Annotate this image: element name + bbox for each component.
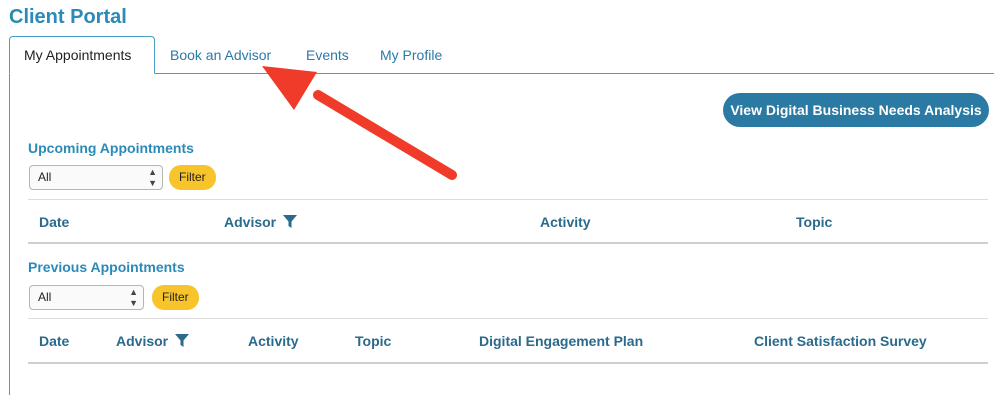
view-needs-analysis-button[interactable]: View Digital Business Needs Analysis <box>723 93 989 127</box>
previous-filter-select-value: All <box>38 290 52 304</box>
previous-col-activity[interactable]: Activity <box>248 333 299 349</box>
upcoming-col-topic[interactable]: Topic <box>796 214 832 230</box>
previous-col-date[interactable]: Date <box>39 333 69 349</box>
previous-filter-select[interactable]: All ▲ ▼ <box>29 285 144 310</box>
tab-book-an-advisor[interactable]: Book an Advisor <box>156 36 285 74</box>
previous-appointments-title: Previous Appointments <box>28 259 185 275</box>
updown-arrows-icon: ▲ ▼ <box>148 166 157 188</box>
page-title: Client Portal <box>9 6 127 28</box>
updown-arrows-icon: ▲ ▼ <box>129 286 138 308</box>
tab-bar: My Appointments Book an Advisor Events M… <box>9 36 994 74</box>
previous-table-top-border <box>28 318 988 319</box>
upcoming-table-top-border <box>28 199 988 200</box>
upcoming-filter-button[interactable]: Filter <box>169 165 216 190</box>
appointments-panel: View Digital Business Needs Analysis Upc… <box>9 74 994 395</box>
previous-col-advisor-label: Advisor <box>116 333 169 349</box>
funnel-icon[interactable] <box>175 334 190 348</box>
tab-events[interactable]: Events <box>292 36 363 74</box>
previous-col-topic[interactable]: Topic <box>355 333 391 349</box>
upcoming-filter-select-value: All <box>38 170 52 184</box>
upcoming-appointments-title: Upcoming Appointments <box>28 140 194 156</box>
previous-filter-button[interactable]: Filter <box>152 285 199 310</box>
tab-my-profile[interactable]: My Profile <box>366 36 456 74</box>
upcoming-filter-select[interactable]: All ▲ ▼ <box>29 165 163 190</box>
upcoming-col-activity[interactable]: Activity <box>540 214 591 230</box>
tab-my-appointments[interactable]: My Appointments <box>9 36 155 74</box>
upcoming-table-header-border <box>28 242 988 244</box>
upcoming-col-advisor-label: Advisor <box>224 214 277 230</box>
previous-col-advisor[interactable]: Advisor <box>116 333 190 349</box>
previous-col-client-satisfaction-survey[interactable]: Client Satisfaction Survey <box>754 333 927 349</box>
upcoming-col-advisor[interactable]: Advisor <box>224 214 298 230</box>
previous-table-header-border <box>28 362 988 364</box>
funnel-icon[interactable] <box>283 215 298 229</box>
upcoming-col-date[interactable]: Date <box>39 214 69 230</box>
previous-col-digital-engagement-plan[interactable]: Digital Engagement Plan <box>479 333 643 349</box>
